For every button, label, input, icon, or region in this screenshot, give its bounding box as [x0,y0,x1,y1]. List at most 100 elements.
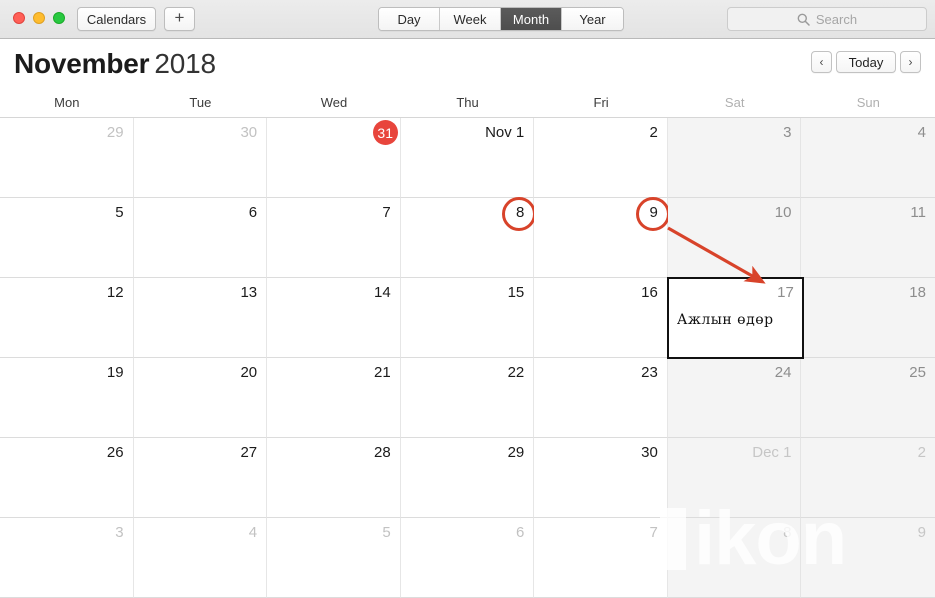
day-number: 22 [507,364,525,381]
day-cell[interactable]: 7 [267,198,401,278]
day-number: 23 [641,364,658,381]
day-number: 4 [917,124,926,141]
day-cell[interactable]: 3 [0,518,134,598]
day-cell[interactable]: 5 [267,518,401,598]
close-button-icon[interactable] [13,12,25,24]
day-cell[interactable]: 2 [801,438,935,518]
day-number: 28 [374,444,391,461]
month-grid: 29 30 31 Nov 1 2 3 4 5 6 7 8 9 10 11 12 13 14 15 16 17 Ажлын… [0,118,935,598]
day-cell[interactable]: 23 [534,358,668,438]
calendars-button[interactable]: Calendars [77,7,156,31]
day-cell[interactable]: 3 [667,118,802,198]
day-cell[interactable]: Dec 1 [667,438,802,518]
tab-week[interactable]: Week [440,8,501,30]
zoom-button-icon[interactable] [53,12,65,24]
tab-day[interactable]: Day [379,8,440,30]
date-navigation: ‹ Today › [811,51,921,73]
day-cell[interactable]: 17 Ажлын өдөр [666,277,804,359]
day-cell[interactable]: 28 [267,438,401,518]
day-cell[interactable]: 7 [534,518,668,598]
day-number: 25 [909,364,926,381]
day-cell[interactable]: 11 [801,198,935,278]
day-number: 3 [783,124,792,141]
search-input[interactable]: Search [727,7,927,31]
day-number: 15 [507,284,525,301]
day-cell[interactable]: Nov 1 [400,118,535,198]
day-number: 8 [515,204,525,221]
day-cell[interactable]: 2 [534,118,668,198]
day-cell[interactable]: 6 [133,198,268,278]
day-cell[interactable]: 5 [0,198,134,278]
day-cell[interactable]: 24 [667,358,802,438]
day-cell[interactable]: 13 [133,278,268,358]
day-cell[interactable]: 26 [0,438,134,518]
day-number: 18 [909,284,926,301]
weekday-thu: Thu [456,95,479,110]
day-cell[interactable]: 18 [801,278,935,358]
previous-month-button[interactable]: ‹ [811,51,832,73]
day-number: 5 [115,204,124,221]
day-number: 29 [507,444,525,461]
add-event-button[interactable]: + [164,7,195,31]
weekday-mon: Mon [54,95,80,110]
view-mode-segmented-control[interactable]: Day Week Month Year [378,7,624,31]
day-number: 12 [106,284,124,301]
day-cell[interactable]: 30 [534,438,668,518]
day-number: 6 [515,524,525,541]
day-cell[interactable]: 27 [133,438,268,518]
day-cell[interactable]: 8 [667,518,802,598]
weekday-sun: Sun [856,95,880,110]
search-icon [797,13,810,26]
tab-year[interactable]: Year [562,8,623,30]
day-number: 21 [374,364,391,381]
day-number: 11 [910,204,926,221]
month-name: November [14,48,150,79]
day-number: 9 [649,204,658,221]
day-cell[interactable]: 9 [534,197,670,278]
day-cell[interactable]: 22 [400,358,535,438]
day-cell[interactable]: 16 [534,278,668,358]
next-month-button[interactable]: › [900,51,921,73]
day-number: 13 [240,284,258,301]
day-number: 29 [106,124,124,141]
selected-day-event-box[interactable]: 17 Ажлын өдөр [666,277,804,359]
day-number: 9 [917,524,926,541]
tab-month[interactable]: Month [501,8,562,30]
day-cell[interactable]: 30 [133,118,268,198]
day-cell[interactable]: 29 [400,438,535,518]
day-number: 10 [774,204,792,221]
event-title[interactable]: Ажлын өдөр [677,312,774,328]
today-button[interactable]: Today [836,51,896,73]
calendar-window: Calendars + Day Week Month Year Search N… [0,0,935,598]
day-cell[interactable]: 25 [801,358,935,438]
day-cell[interactable]: 20 [133,358,268,438]
day-cell[interactable]: 4 [133,518,268,598]
day-cell[interactable]: 19 [0,358,134,438]
day-cell[interactable]: 15 [400,278,535,358]
day-number: 19 [106,364,124,381]
day-cell[interactable]: 29 [0,118,134,198]
traffic-lights [13,12,65,24]
day-number: 30 [641,444,658,461]
today-badge: 31 [372,120,398,145]
month-header-bar: November 2018 ‹ Today › [0,39,935,88]
day-cell[interactable]: 4 [801,118,935,198]
day-cell[interactable]: 12 [0,278,134,358]
day-cell[interactable]: 6 [400,518,535,598]
day-number: 24 [774,364,792,381]
day-number: 6 [248,204,258,221]
day-cell[interactable]: 31 [267,118,401,198]
day-number: 2 [649,124,658,141]
day-cell[interactable]: 10 [667,198,802,278]
day-cell[interactable]: 8 [400,197,537,278]
page-title: November 2018 [14,48,216,80]
minimize-button-icon[interactable] [33,12,45,24]
day-cell[interactable]: 9 [801,518,935,598]
day-number: 3 [115,524,124,541]
weekday-wed: Wed [320,95,348,110]
weekday-fri: Fri [593,95,609,110]
search-placeholder: Search [815,11,858,27]
day-cell[interactable]: 14 [267,278,401,358]
day-cell[interactable]: 21 [267,358,401,438]
day-number: 4 [248,524,258,541]
